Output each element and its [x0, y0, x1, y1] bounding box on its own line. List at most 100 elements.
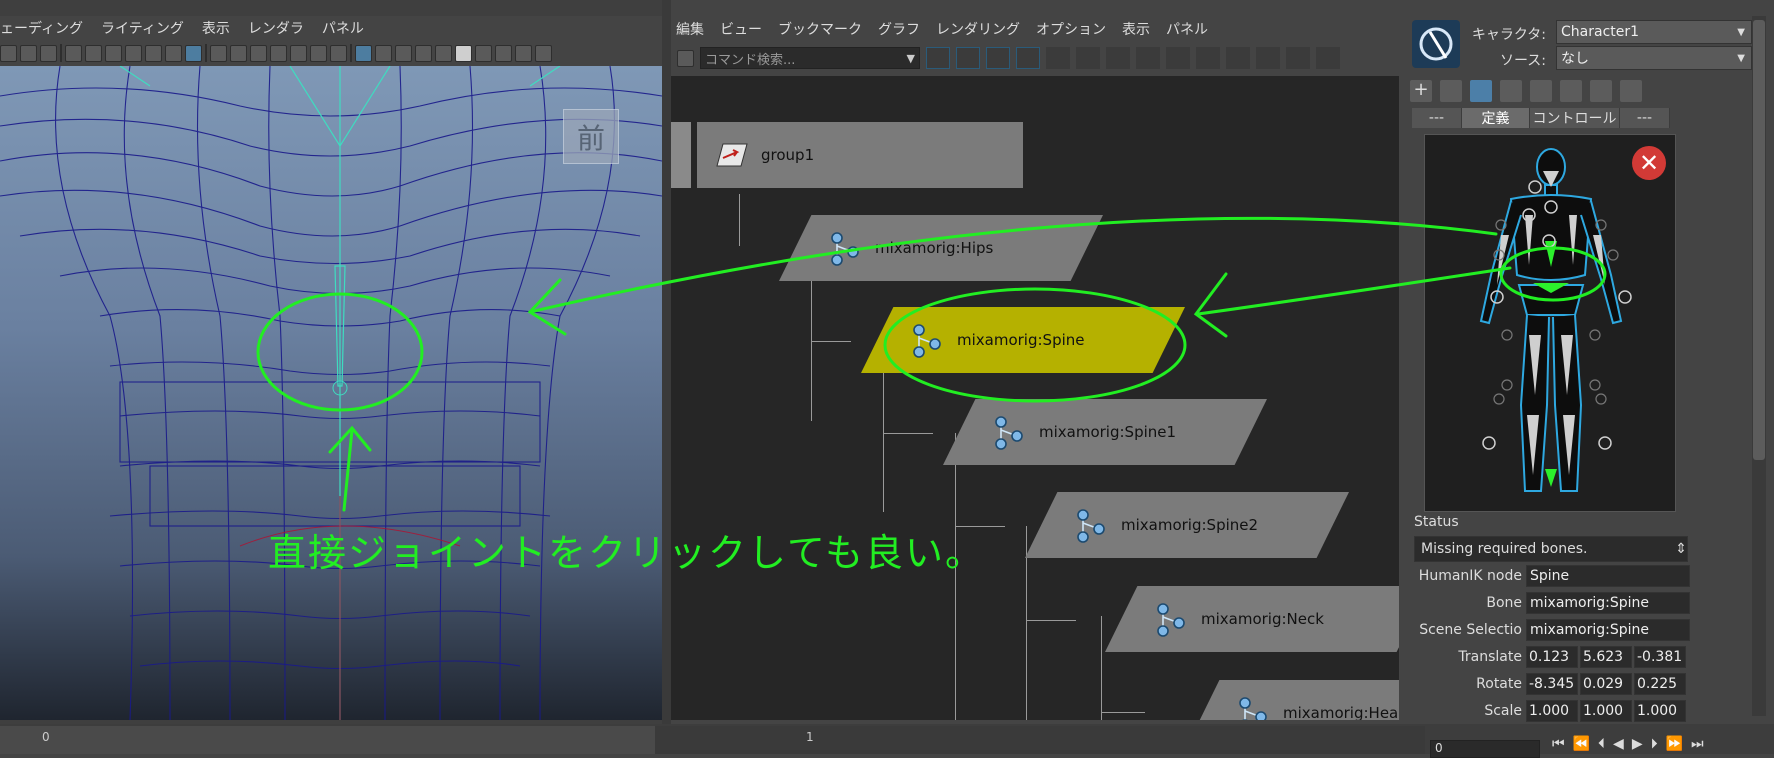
menu-bookmarks[interactable]: ブックマーク [778, 19, 862, 39]
command-search-input[interactable]: コマンド検索... ▼ [700, 47, 920, 69]
tab-blank-left[interactable]: --- [1412, 108, 1462, 128]
rotate-y-field[interactable]: 0.029 [1580, 673, 1632, 695]
selection-icon[interactable] [677, 49, 694, 67]
menu-view[interactable]: ビュー [720, 19, 762, 39]
light-icon[interactable] [455, 44, 472, 62]
cube-icon[interactable] [415, 44, 432, 62]
step-forward-icon[interactable]: ⏩ [1666, 736, 1683, 754]
figure-icon[interactable] [1620, 80, 1642, 102]
sphere-icon[interactable] [40, 44, 57, 62]
chevron-down-icon[interactable]: ▼ [907, 52, 915, 65]
grid-icon[interactable] [230, 44, 247, 62]
time-slider[interactable] [0, 726, 655, 754]
tab-controls[interactable]: コントロール [1530, 108, 1620, 128]
trash-icon[interactable] [1560, 80, 1582, 102]
pencil-icon[interactable] [185, 44, 202, 62]
time-slider-range[interactable] [655, 726, 1425, 754]
camera-icon[interactable] [105, 44, 122, 62]
text-field-icon[interactable] [330, 44, 347, 62]
character-select[interactable]: Character1 ▼ [1556, 20, 1752, 44]
viewport-scene[interactable]: 前 [0, 66, 662, 720]
connections-icon[interactable] [1076, 47, 1100, 69]
play-backward-icon[interactable]: ◀ [1613, 736, 1624, 754]
menu-show[interactable]: 表示 [202, 18, 230, 38]
grid-icon[interactable] [1316, 47, 1340, 69]
sphere-icon[interactable] [20, 44, 37, 62]
scale-z-field[interactable]: 1.000 [1634, 700, 1686, 722]
save-icon[interactable] [1530, 80, 1552, 102]
menu-shading[interactable]: ェーディング [0, 18, 83, 38]
shaded-cube-icon[interactable] [395, 44, 412, 62]
menu-edit[interactable]: 編集 [676, 19, 704, 39]
character-definition-view[interactable] [1424, 134, 1676, 512]
resolution-gate-icon[interactable] [270, 44, 287, 62]
camera-icon[interactable] [85, 44, 102, 62]
scrollbar-thumb[interactable] [1753, 20, 1765, 460]
panel-splitter[interactable] [662, 0, 671, 724]
frame-icon[interactable] [1256, 47, 1280, 69]
list-icon[interactable] [1196, 47, 1220, 69]
collapse-icon[interactable] [956, 47, 980, 69]
more-icon[interactable] [1166, 47, 1190, 69]
scene-selection-field[interactable]: mixamorig:Spine [1526, 619, 1690, 641]
translate-y-field[interactable]: 5.623 [1580, 646, 1632, 668]
node-hips[interactable]: mixamorig:Hips [779, 215, 1103, 281]
wireframe-cube-icon[interactable] [355, 44, 372, 62]
rotate-z-field[interactable]: 0.225 [1634, 673, 1686, 695]
step-forward-key-icon[interactable]: ⏵ [1651, 736, 1658, 754]
menu-show[interactable]: 表示 [1122, 19, 1150, 39]
play-forward-icon[interactable]: ▶ [1632, 736, 1643, 754]
expand-icon[interactable] [986, 47, 1010, 69]
close-icon[interactable] [1286, 47, 1310, 69]
bone-field[interactable]: mixamorig:Spine [1526, 592, 1690, 614]
edit-icon[interactable] [1136, 47, 1160, 69]
translate-z-field[interactable]: -0.381 [1634, 646, 1686, 668]
menu-options[interactable]: オプション [1036, 19, 1106, 39]
bookmark-icon[interactable] [125, 44, 142, 62]
go-to-end-icon[interactable]: ⏭ [1691, 736, 1704, 754]
scale-y-field[interactable]: 1.000 [1580, 700, 1632, 722]
tab-blank-right[interactable]: --- [1620, 108, 1670, 128]
menu-lighting[interactable]: ライティング [101, 18, 184, 38]
node-spine1[interactable]: mixamorig:Spine1 [943, 399, 1267, 465]
humanik-node-field[interactable]: Spine [1526, 565, 1690, 587]
camera-icon[interactable] [65, 44, 82, 62]
grid-icon[interactable] [210, 44, 227, 62]
camera-view-label[interactable]: 前 [563, 109, 619, 164]
current-frame-field[interactable]: 0 [1430, 740, 1540, 758]
scale-x-field[interactable]: 1.000 [1526, 700, 1578, 722]
node-group1[interactable]: group1 [697, 122, 1023, 188]
source-select[interactable]: なし ▼ [1556, 46, 1752, 70]
rotate-x-field[interactable]: -8.345 [1526, 673, 1578, 695]
sphere-icon[interactable] [535, 44, 552, 62]
go-to-start-icon[interactable]: ⏮ [1552, 736, 1565, 754]
lock-icon[interactable] [1440, 80, 1462, 102]
sphere-icon[interactable] [515, 44, 532, 62]
layout-icon[interactable] [926, 47, 950, 69]
pin-icon[interactable] [1106, 47, 1130, 69]
cube-icon[interactable] [375, 44, 392, 62]
skeleton-icon[interactable] [1470, 80, 1492, 102]
step-back-icon[interactable]: ⏪ [1573, 736, 1590, 754]
scroll-arrows-icon[interactable]: ⇕ [1675, 541, 1687, 557]
menu-renderer[interactable]: レンダラ [248, 18, 304, 38]
menu-rendering[interactable]: レンダリング [936, 19, 1020, 39]
step-back-key-icon[interactable]: ⏴ [1598, 736, 1605, 754]
tab-definition[interactable]: 定義 [1462, 108, 1530, 128]
node-head[interactable]: mixamorig:Hea [1187, 680, 1399, 720]
sphere-icon[interactable] [0, 44, 17, 62]
node-graph-canvas[interactable]: group1 mixamorig:Hips mixamorig:Spine mi… [671, 76, 1399, 720]
folder-icon[interactable] [1500, 80, 1522, 102]
close-icon[interactable]: ✕ [1632, 146, 1666, 180]
node-partial[interactable] [671, 122, 691, 188]
safe-area-icon[interactable] [310, 44, 327, 62]
safe-area-icon[interactable] [290, 44, 307, 62]
tab-icon[interactable] [1016, 47, 1040, 69]
menu-panels[interactable]: パネル [322, 18, 364, 38]
checker-icon[interactable] [435, 44, 452, 62]
frame-icon[interactable] [1226, 47, 1250, 69]
figure-icon[interactable] [1590, 80, 1612, 102]
film-gate-icon[interactable] [165, 44, 182, 62]
node-neck[interactable]: mixamorig:Neck [1105, 586, 1399, 652]
menu-graph[interactable]: グラフ [878, 19, 920, 39]
